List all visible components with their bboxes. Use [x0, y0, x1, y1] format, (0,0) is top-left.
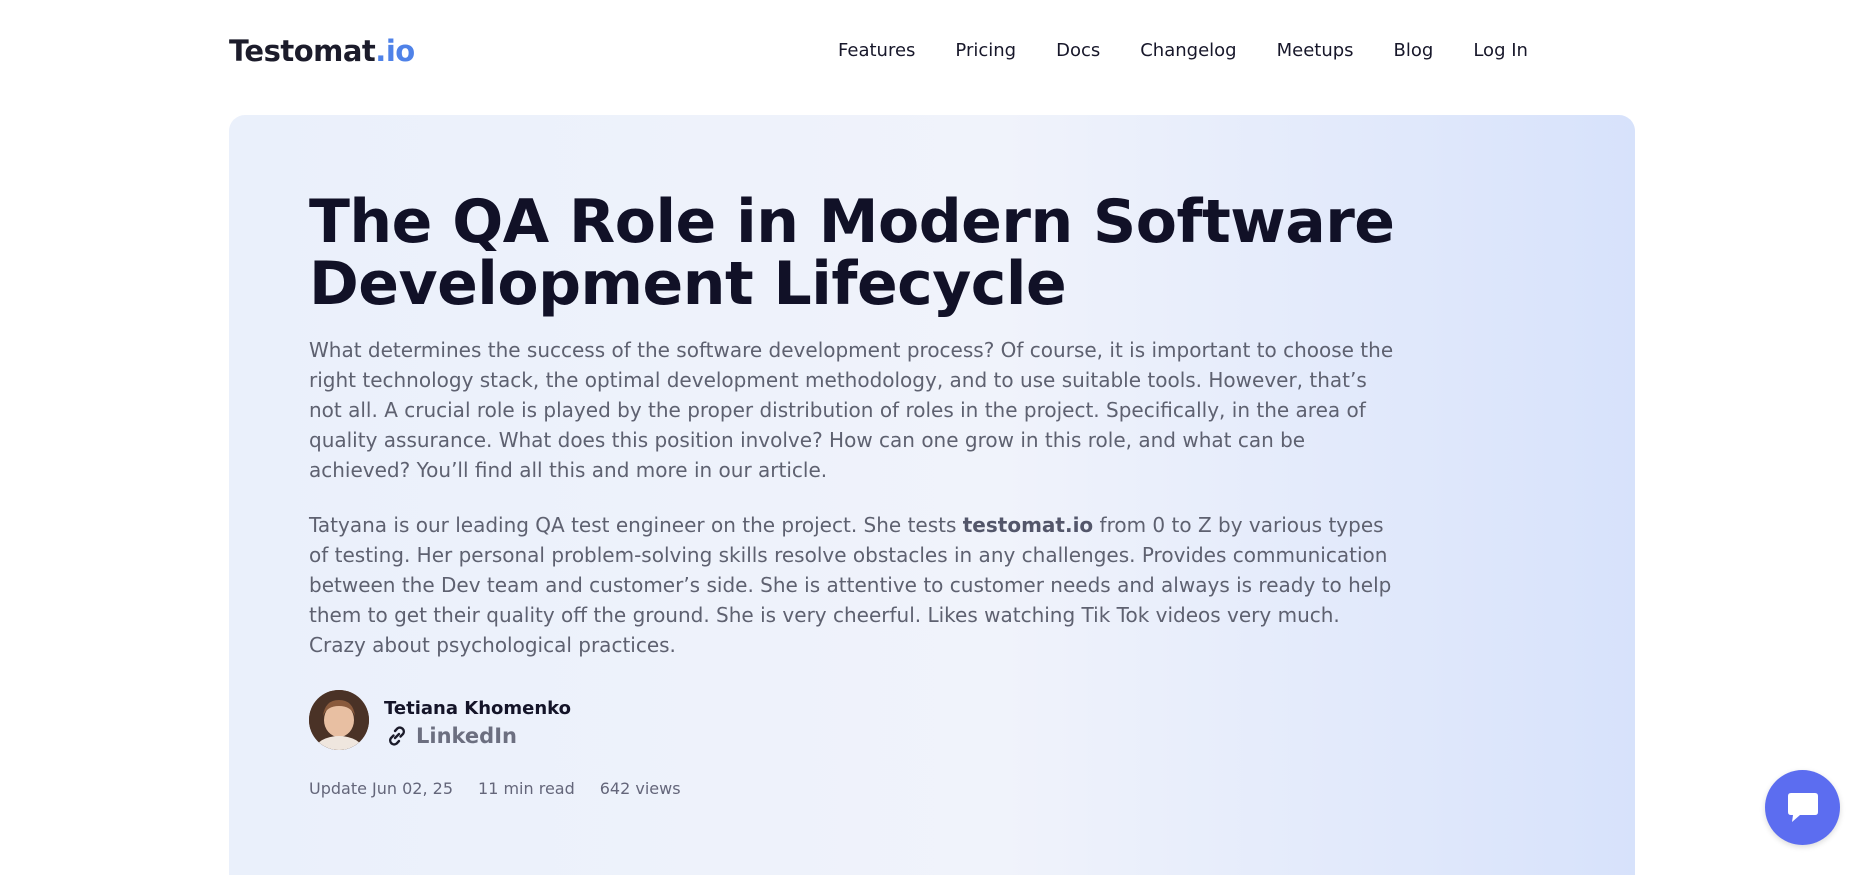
bio-text-before: Tatyana is our leading QA test engineer …: [309, 513, 963, 537]
main-nav: Features Pricing Docs Changelog Meetups …: [838, 40, 1568, 61]
author-linkedin-link[interactable]: LinkedIn: [384, 723, 517, 749]
article-meta: Update Jun 02, 25 11 min read 642 views: [309, 779, 681, 798]
bio-brand: testomat.io: [962, 513, 1094, 537]
nav-log-in[interactable]: Log In: [1473, 40, 1528, 61]
author-bio: Tatyana is our leading QA test engineer …: [309, 510, 1399, 660]
nav-blog[interactable]: Blog: [1394, 40, 1434, 61]
article-hero: The QA Role in Modern Software Developme…: [229, 115, 1635, 875]
avatar-portrait: [309, 690, 369, 750]
view-count: 642 views: [599, 779, 681, 798]
link-icon: [389, 726, 405, 746]
logo-main: Testomat: [229, 34, 376, 68]
updated-date: Update Jun 02, 25: [309, 779, 454, 798]
nav-meetups[interactable]: Meetups: [1277, 40, 1354, 61]
chat-button[interactable]: [1765, 770, 1840, 845]
avatar: [309, 690, 369, 750]
nav-features[interactable]: Features: [838, 40, 915, 61]
site-header: Testomat.io Features Pricing Docs Change…: [0, 0, 1855, 106]
author-name: Tetiana Khomenko: [384, 698, 572, 719]
read-time: 11 min read: [478, 779, 575, 798]
article-intro: What determines the success of the softw…: [309, 338, 1394, 482]
testomat-logo[interactable]: Testomat.io: [229, 34, 415, 68]
linkedin-label: LinkedIn: [416, 724, 517, 748]
logo-accent: .io: [375, 34, 415, 68]
article-title: The QA Role in Modern Software Developme…: [309, 187, 1395, 319]
chat-bubble-icon: [1787, 792, 1818, 822]
nav-docs[interactable]: Docs: [1056, 40, 1100, 61]
nav-pricing[interactable]: Pricing: [955, 40, 1016, 61]
nav-changelog[interactable]: Changelog: [1140, 40, 1236, 61]
